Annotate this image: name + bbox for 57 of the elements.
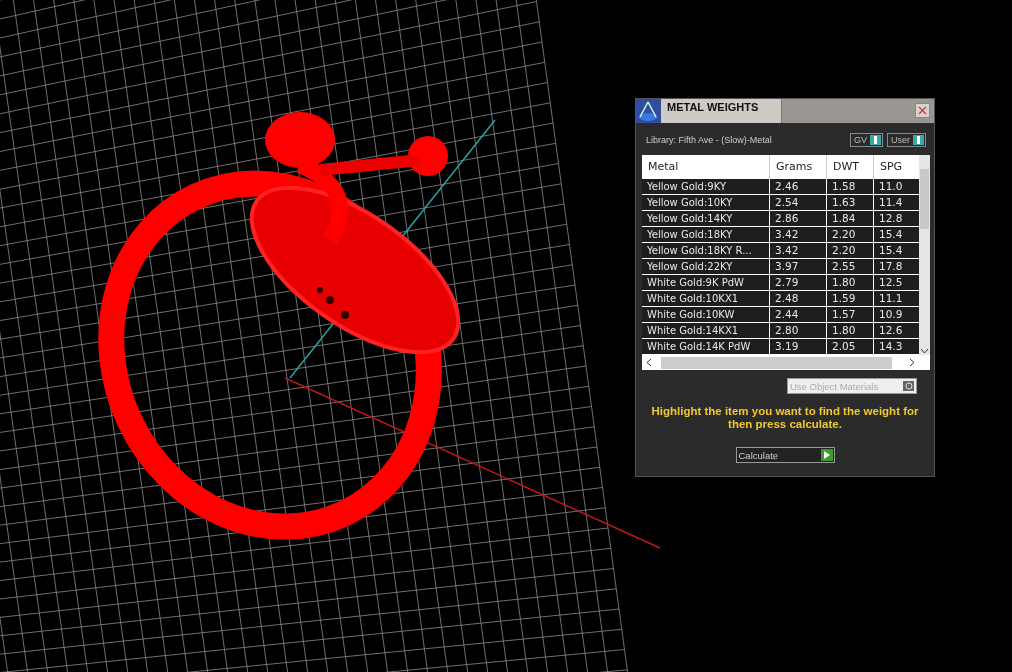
table-cell: 1.58 (827, 179, 874, 195)
toggle-button[interactable]: GV (849, 133, 883, 147)
table-cell: White Gold:9K PdW (642, 275, 770, 291)
table-cell: 1.80 (827, 275, 874, 291)
table-cell: White Gold:14K PdW (642, 339, 770, 355)
table-cell: 2.44 (770, 307, 827, 323)
table-cell: 2.46 (770, 179, 827, 195)
calculate-button[interactable]: Calculate (735, 447, 835, 463)
table-cell: White Gold:10KW (642, 307, 770, 323)
table-cell: 12.5 (874, 275, 919, 291)
instruction-text: Highlight the item you want to find the weight for then press calculate. (650, 404, 920, 431)
table-cell: 2.54 (770, 195, 827, 211)
table-cell: 2.55 (827, 259, 874, 275)
table-cell: 1.63 (827, 195, 874, 211)
table-cell: 2.79 (770, 275, 827, 291)
table-cell: 11.0 (874, 179, 919, 195)
table-cell: 17.8 (874, 259, 919, 275)
window-title: METAL WEIGHTS (661, 99, 782, 123)
table-cell: 14.3 (874, 339, 919, 355)
play-icon (820, 449, 833, 461)
table-cell: Yellow Gold:18KY R... (642, 243, 770, 259)
table-cell: 2.80 (770, 323, 827, 339)
table-cell: 11.1 (874, 291, 919, 307)
table-cell: 1.59 (827, 291, 874, 307)
table-cell: Yellow Gold:14KY (642, 211, 770, 227)
scroll-left-icon[interactable] (645, 358, 653, 367)
table-cell: 1.84 (827, 211, 874, 227)
table-cell: 3.19 (770, 339, 827, 355)
cone-icon (636, 99, 661, 123)
table-cell: 10.9 (874, 307, 919, 323)
table-cell: 3.42 (770, 243, 827, 259)
table-cell: 12.8 (874, 211, 919, 227)
table-cell: 3.97 (770, 259, 827, 275)
toggle-button[interactable]: User (887, 133, 926, 147)
table-cell: White Gold:14KX1 (642, 323, 770, 339)
table-cell: White Gold:10KX1 (642, 291, 770, 307)
table-cell: 2.05 (827, 339, 874, 355)
table-cell: 2.48 (770, 291, 827, 307)
table-cell: 15.4 (874, 227, 919, 243)
table-cell: 1.57 (827, 307, 874, 323)
table-cell: 3.42 (770, 227, 827, 243)
close-button[interactable] (915, 103, 930, 118)
table-cell: Yellow Gold:18KY (642, 227, 770, 243)
table-cell: 1.80 (827, 323, 874, 339)
table-cell: Yellow Gold:9KY (642, 179, 770, 195)
library-label: Library: Fifth Ave - (Slow)-Metal (646, 135, 773, 145)
table-cell: Yellow Gold:10KY (642, 195, 770, 211)
table-cell: 12.6 (874, 323, 919, 339)
table-cell: 15.4 (874, 243, 919, 259)
vertical-scrollbar[interactable] (919, 155, 930, 355)
table-cell: 11.4 (874, 195, 919, 211)
table-cell: 2.20 (827, 227, 874, 243)
table-cell: Yellow Gold:22KY (642, 259, 770, 275)
scroll-right-icon[interactable] (908, 358, 916, 367)
scroll-down-icon[interactable] (920, 347, 929, 355)
table-cell: 2.86 (770, 211, 827, 227)
table-cell: 2.20 (827, 243, 874, 259)
